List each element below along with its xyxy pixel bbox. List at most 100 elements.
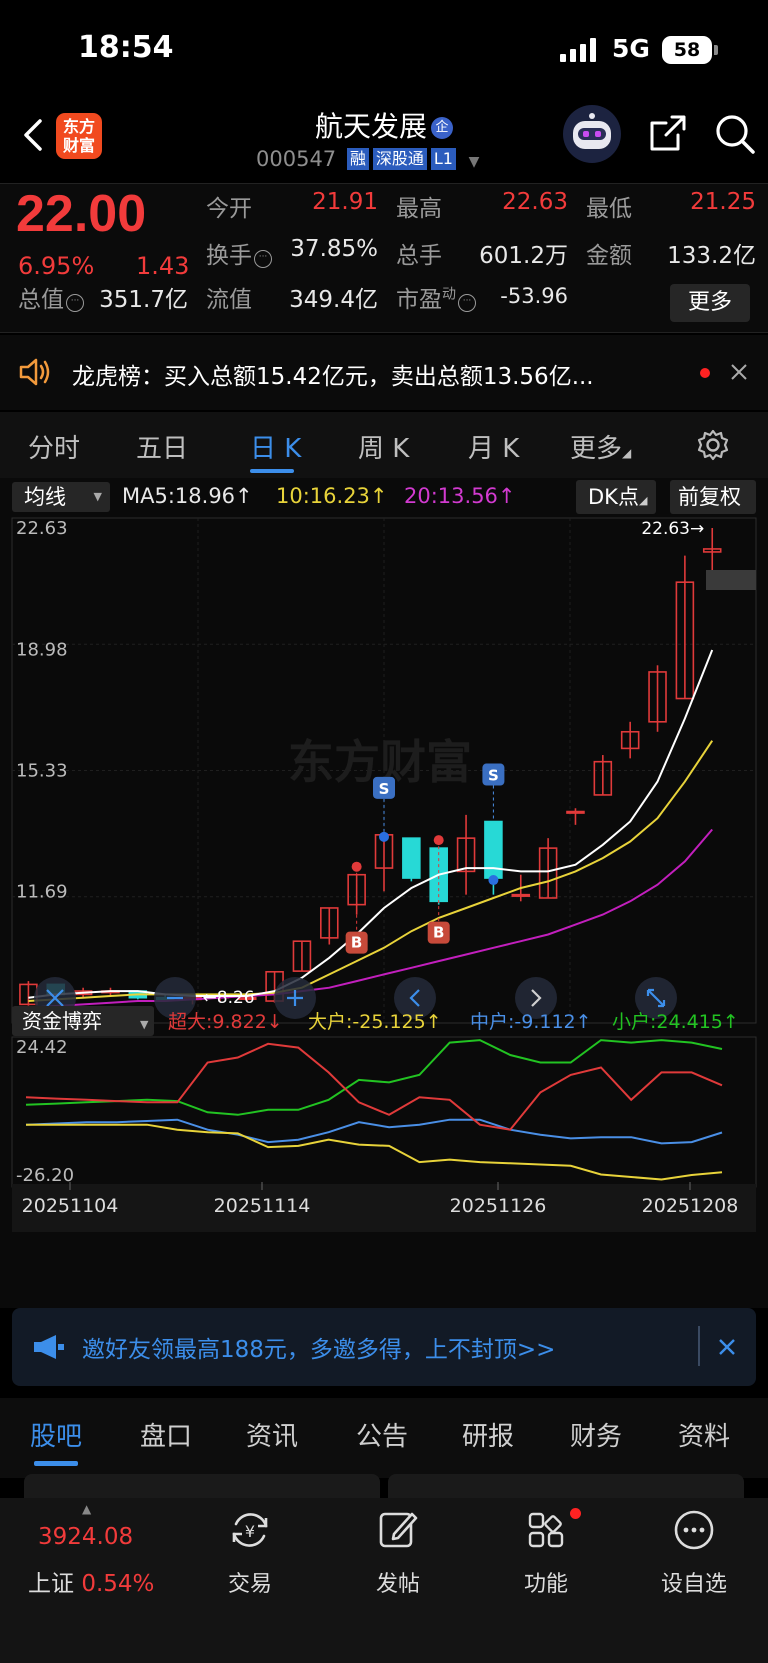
status-time: 18:54 [78, 30, 174, 65]
date-label: 20251114 [214, 1195, 311, 1217]
info-icon[interactable]: ··· [66, 294, 84, 312]
functions-grid-icon[interactable] [524, 1508, 568, 1552]
share-icon[interactable] [648, 113, 688, 153]
search-icon[interactable] [714, 113, 756, 155]
y-axis-label: 22.63 [16, 518, 68, 539]
low-label: 最低 [586, 196, 632, 222]
nav-post[interactable]: 发帖 [353, 1566, 443, 1598]
info-icon[interactable]: ··· [458, 294, 476, 312]
tab-news[interactable]: 资讯 [246, 1416, 298, 1453]
tab-research[interactable]: 研报 [462, 1416, 514, 1453]
candle-body [511, 893, 531, 897]
tab-stock-forum[interactable]: 股吧 [30, 1416, 82, 1453]
forum-card-peek [388, 1474, 744, 1498]
tag-level: L1 [430, 148, 456, 170]
nav-trade[interactable]: 交易 [205, 1566, 295, 1598]
index-value[interactable]: 3924.08 [38, 1524, 133, 1550]
date-label: 20251208 [642, 1195, 739, 1217]
sub-y-top-label: 24.42 [16, 1037, 68, 1058]
battery-tip [714, 45, 718, 55]
sell-signal-label: S [488, 767, 499, 785]
low-value: 21.25 [690, 189, 756, 215]
small-holder-label: 小户:24.415↑ [612, 1011, 739, 1033]
invite-promo-banner[interactable]: 邀好友领最高188元，多邀多得，上不封顶>> [12, 1308, 756, 1386]
quote-panel: 22.00 6.95% 1.43 今开 21.91 最高 22.63 最低 21… [0, 183, 768, 333]
unread-dot [700, 368, 710, 378]
enterprise-badge: 企 [431, 117, 453, 139]
mktcap-value: 351.7亿 [99, 287, 188, 313]
period-tabs: 分时 五日 日 K 周 K 月 K 更多◢ [0, 412, 768, 478]
stock-name: 航天发展 [314, 110, 427, 143]
candle-body [402, 837, 421, 879]
chevron-down-icon: ▼ [468, 154, 480, 170]
post-edit-icon[interactable] [376, 1508, 420, 1552]
tab-profile[interactable]: 资料 [678, 1416, 730, 1453]
trade-icon[interactable]: ¥ [228, 1508, 272, 1552]
super-large-line [25, 1042, 723, 1131]
volume-label: 总手 [396, 243, 442, 269]
more-button[interactable]: 更多 [670, 284, 750, 322]
pe-label: 市盈动 ··· [396, 280, 478, 314]
index-name: 上证 [28, 1571, 74, 1597]
volume-value: 601.2万 [479, 243, 568, 269]
tab-five-day[interactable]: 五日 [136, 428, 188, 465]
unread-dot [570, 1508, 581, 1519]
index-pct: 0.54% [81, 1571, 155, 1597]
index-row[interactable]: 上证 0.54% [28, 1564, 154, 1598]
more-circle-icon[interactable] [672, 1508, 716, 1552]
y-axis-label: 18.98 [16, 639, 68, 660]
tab-monthly-k[interactable]: 月 K [468, 428, 519, 465]
nav-functions[interactable]: 功能 [501, 1566, 591, 1598]
robot-assistant-icon[interactable] [563, 105, 621, 163]
buy-signal-label: B [351, 934, 362, 952]
megaphone-icon [34, 1335, 64, 1359]
stock-header: 东方 财富 航天发展企 000547 融深股通 L1 ▼ [0, 95, 768, 180]
tab-weekly-k[interactable]: 周 K [358, 428, 409, 465]
tab-finance[interactable]: 财务 [570, 1416, 622, 1453]
ma20-line [28, 828, 713, 1009]
divider [698, 1326, 700, 1366]
chevron-down-icon: ▼ [140, 1018, 149, 1031]
dragon-tiger-notice[interactable]: 龙虎榜：买入总额15.42亿元，卖出总额13.56亿... [0, 335, 768, 410]
date-label: 20251104 [22, 1195, 119, 1217]
signal-dot [488, 875, 499, 886]
turnover-label: 换手 ··· [206, 236, 274, 270]
amount-label: 金额 [586, 243, 632, 269]
expand-up-icon[interactable]: ▲ [82, 1502, 91, 1516]
status-bar: 18:54 5G 58 [0, 0, 768, 95]
last-price-tag [706, 570, 756, 590]
sub-indicator-label: 资金博弈 [22, 1009, 102, 1033]
signal-dot [433, 835, 444, 846]
amount-value: 133.2亿 [667, 243, 756, 269]
close-icon[interactable] [718, 1338, 736, 1356]
tab-underline [250, 469, 294, 473]
info-icon[interactable]: ··· [254, 250, 272, 268]
mid-holder-line [25, 1118, 723, 1145]
bottom-navigation: ▲ 3924.08 上证 0.54% ¥ 交易 发帖 功能 设自选 [0, 1498, 768, 1663]
network-type: 5G [612, 34, 650, 63]
large-holder-label: 大户:-25.125↑ [308, 1011, 442, 1033]
close-icon[interactable] [730, 363, 748, 381]
tab-intraday[interactable]: 分时 [28, 428, 80, 465]
sub-y-bottom-label: -26.20 [16, 1165, 74, 1186]
stock-code: 000547 [256, 147, 337, 171]
tag-connect: 深股通 [372, 148, 427, 170]
nav-watchlist[interactable]: 设自选 [649, 1566, 739, 1598]
high-label: 最高 [396, 196, 442, 222]
open-value: 21.91 [312, 189, 378, 215]
turnover-value: 37.85% [290, 236, 378, 262]
stock-code-row[interactable]: 000547 融深股通 L1 ▼ [256, 147, 479, 171]
float-value: 349.4亿 [289, 287, 378, 313]
tab-daily-k[interactable]: 日 K [250, 428, 301, 465]
small-holder-line [25, 1039, 723, 1116]
signal-dot [351, 861, 362, 872]
high-price-marker: 22.63→ [641, 519, 704, 539]
tab-more[interactable]: 更多◢ [570, 428, 631, 465]
settings-gear-icon[interactable] [696, 428, 730, 462]
tab-order-book[interactable]: 盘口 [140, 1416, 192, 1453]
tab-announcements[interactable]: 公告 [356, 1416, 408, 1453]
signal-icon [560, 38, 598, 62]
kline-svg[interactable]: 东方财富22.6318.9815.3311.698.04SBBS22.63→←8… [0, 478, 768, 1308]
svg-text:¥: ¥ [245, 1522, 255, 1541]
speaker-icon [19, 358, 50, 386]
